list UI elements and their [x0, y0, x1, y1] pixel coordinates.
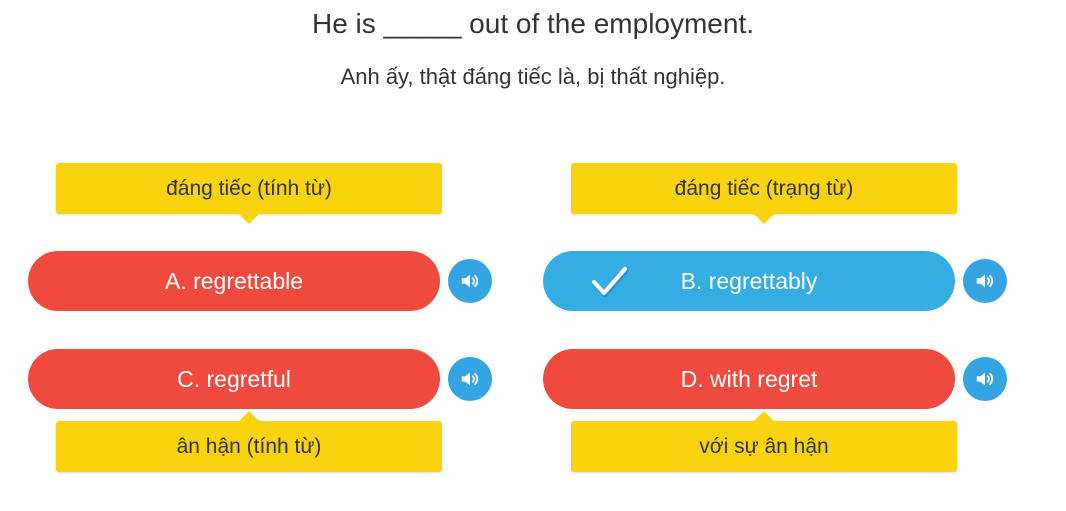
option-d-audio-button[interactable] — [963, 357, 1007, 401]
hint-option-d: với sự ân hận — [571, 411, 957, 472]
option-b-audio-button[interactable] — [963, 259, 1007, 303]
check-icon — [592, 267, 629, 297]
speaker-icon — [976, 274, 994, 288]
option-b-button[interactable]: B. regrettably — [543, 251, 955, 311]
hint-option-c: ân hận (tính từ) — [56, 411, 442, 472]
speaker-icon — [461, 372, 479, 386]
question-translation: Anh ấy, thật đáng tiếc là, bị thất nghiệ… — [340, 64, 726, 89]
option-a-audio-button[interactable] — [448, 259, 492, 303]
option-d-label: D. with regret — [680, 365, 818, 392]
option-a-label: A. regrettable — [164, 267, 304, 294]
speaker-icon — [976, 372, 994, 386]
speaker-icon — [461, 274, 479, 288]
option-d-button[interactable]: D. with regret — [543, 349, 955, 409]
option-c-label: C. regretful — [177, 365, 291, 392]
option-c-audio-button[interactable] — [448, 357, 492, 401]
hint-option-b: đáng tiếc (trạng từ) — [571, 163, 957, 224]
option-c-button[interactable]: C. regretful — [28, 349, 440, 409]
quiz-stage: He is _____ out of the employment. Anh ấ… — [0, 0, 1066, 511]
option-a-button[interactable]: A. regrettable — [28, 251, 440, 311]
question-text: He is _____ out of the employment. — [311, 8, 755, 39]
option-b-label: B. regrettably — [680, 267, 818, 294]
hint-option-a: đáng tiếc (tính từ) — [56, 163, 442, 224]
